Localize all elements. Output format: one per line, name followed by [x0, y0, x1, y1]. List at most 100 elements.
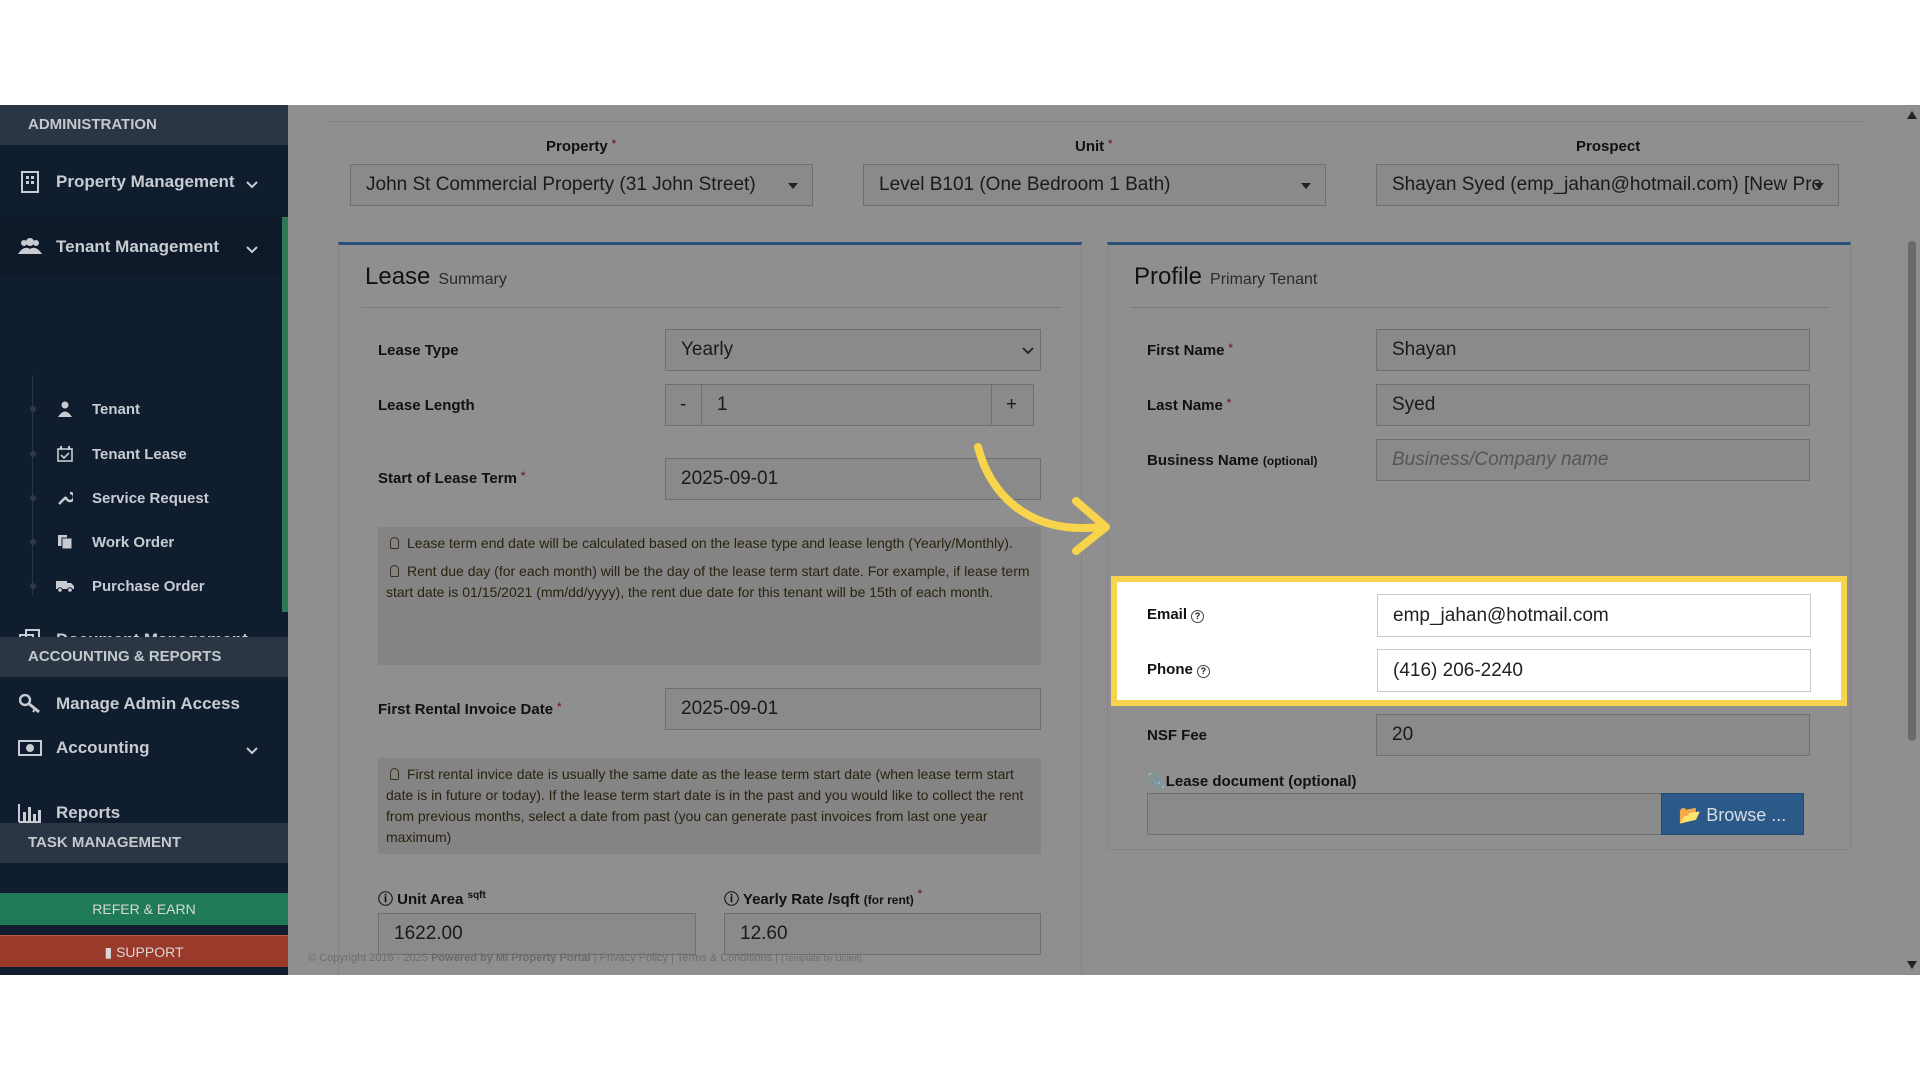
browse-label: Browse ...: [1706, 805, 1787, 825]
phone-input[interactable]: (416) 206-2240: [1377, 649, 1811, 692]
paperclip-icon: 📎: [1147, 773, 1166, 790]
profile-divider: [1130, 307, 1830, 308]
lease-term-note: Lease term end date will be calculated b…: [378, 527, 1041, 665]
first-name-input[interactable]: Shayan: [1376, 329, 1810, 371]
sidebar-item-tenant-lease[interactable]: Tenant Lease: [0, 432, 288, 476]
caret-down-icon: [788, 183, 798, 189]
sidebar-item-label: Work Order: [92, 533, 175, 551]
email-label: Email?: [1147, 606, 1205, 623]
lease-length-minus-button[interactable]: -: [665, 384, 702, 426]
top-divider: [324, 121, 1864, 122]
yearly-rate-label: ⓘ Yearly Rate /sqft (for rent) *: [724, 888, 923, 908]
phone-label: Phone?: [1147, 661, 1210, 678]
lease-title: Lease Summary: [365, 263, 507, 290]
help-icon: ?: [1196, 665, 1210, 678]
first-invoice-input[interactable]: 2025-09-01: [665, 688, 1041, 730]
help-icon: ?: [1191, 610, 1205, 623]
lease-length-plus-button[interactable]: +: [991, 384, 1034, 426]
lease-type-select[interactable]: Yearly: [665, 329, 1041, 371]
unit-area-input[interactable]: 1622.00: [378, 913, 696, 955]
sidebar: ADMINISTRATION Property Management Tenan…: [0, 105, 288, 975]
lease-document-input[interactable]: [1147, 793, 1662, 835]
building-icon: [18, 170, 42, 194]
start-lease-label: Start of Lease Term *: [378, 470, 526, 487]
sidebar-item-label: Purchase Order: [92, 577, 205, 595]
chevron-down-icon: [246, 740, 258, 760]
support-label: SUPPORT: [116, 944, 184, 960]
lightbulb-icon: [390, 565, 399, 577]
yearly-rate-input[interactable]: 12.60: [724, 913, 1041, 955]
note-text: Lease term end date will be calculated b…: [407, 535, 1013, 551]
scrollbar[interactable]: [1904, 105, 1920, 975]
browse-button[interactable]: 📂 Browse ...: [1661, 793, 1804, 835]
caret-down-icon: [1301, 183, 1311, 189]
nsf-fee-input[interactable]: 20: [1376, 714, 1810, 756]
sidebar-item-service-request[interactable]: Service Request: [0, 476, 288, 520]
nav-tenant-management[interactable]: Tenant Management: [0, 217, 288, 277]
unit-label: Unit *: [1075, 138, 1113, 155]
sidebar-item-label: Tenant Lease: [92, 445, 187, 463]
invoice-note: First rental invice date is usually the …: [378, 758, 1041, 854]
last-name-label: Last Name *: [1147, 397, 1232, 414]
files-icon: [56, 533, 74, 551]
prospect-select[interactable]: Shayan Syed (emp_jahan@hotmail.com) [New…: [1376, 164, 1839, 206]
info-icon: ⓘ: [378, 891, 398, 908]
sidebar-item-label: Service Request: [92, 489, 209, 507]
users-icon: [18, 235, 42, 259]
lightbulb-icon: [390, 768, 399, 780]
folder-open-icon: 📂: [1678, 805, 1702, 825]
prospect-value: Shayan Syed (emp_jahan@hotmail.com) [New…: [1392, 174, 1823, 195]
chevron-down-icon: [246, 239, 258, 259]
support-button[interactable]: ▮ SUPPORT: [0, 935, 288, 967]
highlight-box: Email? emp_jahan@hotmail.com Phone? (416…: [1111, 576, 1847, 706]
chevron-down-icon: [1022, 330, 1034, 370]
section-header-accounting: ACCOUNTING & REPORTS: [0, 637, 288, 677]
lease-type-label: Lease Type: [378, 342, 459, 359]
nav-accounting[interactable]: Accounting: [0, 718, 288, 778]
lease-document-label: 📎Lease document (optional): [1147, 773, 1357, 790]
profile-title: Profile Primary Tenant: [1134, 263, 1318, 290]
money-icon: [18, 736, 42, 760]
section-header-administration: ADMINISTRATION: [0, 105, 288, 145]
key-icon: [18, 692, 42, 716]
business-name-input[interactable]: Business/Company name: [1376, 439, 1810, 481]
tree-dot: [30, 406, 36, 412]
wrench-icon: [56, 489, 74, 507]
note-text: First rental invice date is usually the …: [386, 766, 1024, 845]
lightbulb-icon: [390, 537, 399, 549]
truck-icon: [56, 577, 74, 595]
refer-earn-button[interactable]: REFER & EARN: [0, 893, 288, 925]
business-name-label: Business Name (optional): [1147, 452, 1318, 469]
info-icon: ⓘ: [724, 891, 743, 908]
nav-label: Property Management: [56, 172, 235, 191]
lease-length-input[interactable]: 1: [701, 384, 992, 426]
tree-dot: [30, 539, 36, 545]
app-window: ADMINISTRATION Property Management Tenan…: [0, 105, 1920, 975]
nav-label: Reports: [56, 803, 121, 822]
last-name-input[interactable]: Syed: [1376, 384, 1810, 426]
lease-divider: [361, 307, 1061, 308]
sidebar-item-work-order[interactable]: Work Order: [0, 520, 288, 564]
nav-label: Accounting: [56, 738, 150, 757]
footer: © Copyright 2016 - 2025 Powered by MI Pr…: [308, 952, 862, 964]
tree-dot: [30, 451, 36, 457]
nav-label: Manage Admin Access: [56, 694, 240, 713]
unit-area-label: ⓘ Unit Area sqft: [378, 890, 486, 908]
nav-label: Tenant Management: [56, 237, 220, 256]
first-name-label: First Name *: [1147, 342, 1233, 359]
user-icon: [56, 400, 74, 418]
sidebar-item-label: Tenant: [92, 400, 141, 418]
caret-down-icon: [1814, 183, 1824, 189]
unit-select[interactable]: Level B101 (One Bedroom 1 Bath): [863, 164, 1326, 206]
note-text: Rent due day (for each month) will be th…: [386, 563, 1030, 600]
nav-property-management[interactable]: Property Management: [0, 152, 288, 212]
property-value: John St Commercial Property (31 John Str…: [366, 174, 756, 195]
unit-value: Level B101 (One Bedroom 1 Bath): [879, 174, 1171, 195]
sidebar-item-purchase-order[interactable]: Purchase Order: [0, 564, 288, 608]
chevron-down-icon: [246, 174, 258, 194]
sidebar-item-tenant[interactable]: Tenant: [0, 387, 288, 431]
calendar-check-icon: [56, 445, 74, 463]
book-icon: ▮: [104, 944, 113, 960]
property-select[interactable]: John St Commercial Property (31 John Str…: [350, 164, 813, 206]
email-input[interactable]: emp_jahan@hotmail.com: [1377, 594, 1811, 637]
